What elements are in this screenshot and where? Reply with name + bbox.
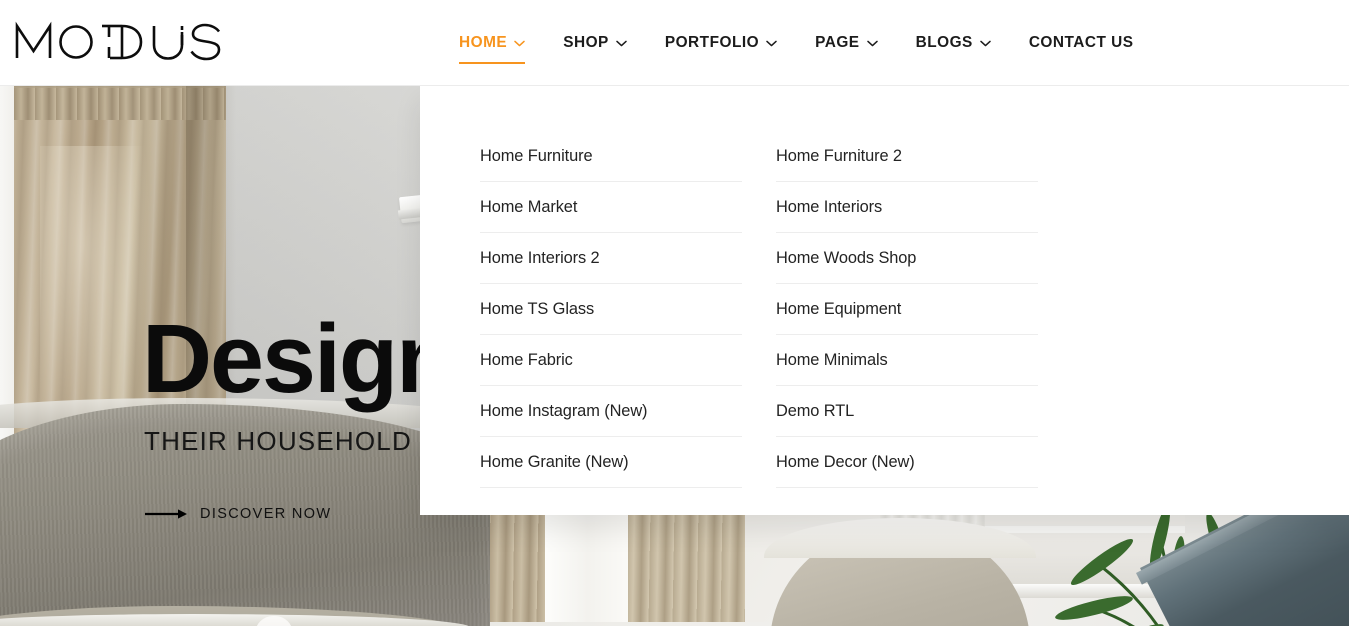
hero-title: Design [142, 304, 455, 413]
menu-item-label: Home Furniture [480, 146, 593, 165]
menu-item-home-granite[interactable]: Home Granite (New) [480, 437, 742, 488]
nav-item-home[interactable]: HOME [459, 0, 526, 86]
menu-item-label: Home TS Glass [480, 299, 595, 318]
menu-item-label: Home Fabric [480, 350, 573, 369]
menu-item-label: Demo RTL [776, 401, 855, 420]
menu-item-label: Home Granite (New) [480, 452, 629, 471]
nav-label-shop: SHOP [563, 34, 609, 51]
nav-item-page[interactable]: PAGE [815, 0, 878, 86]
nav-label-blogs: BLOGS [915, 34, 973, 51]
menu-item-label: Home Woods Shop [776, 248, 917, 267]
menu-item-label: Home Instagram (New) [480, 401, 648, 420]
arrow-right-icon [145, 509, 187, 519]
menu-item-label: Home Minimals [776, 350, 888, 369]
modus-wordmark-icon [15, 21, 221, 61]
menu-item-home-instagram[interactable]: Home Instagram (New) [480, 386, 742, 437]
menu-item-label: Home Market [480, 197, 578, 216]
nav-item-shop[interactable]: SHOP [563, 0, 627, 86]
menu-item-label: Home Furniture 2 [776, 146, 902, 165]
site-header: HOME SHOP PORTFOLIO PAGE BLOGS CONTACT U… [0, 0, 1349, 86]
nav-label-contact-us: CONTACT US [1028, 34, 1134, 51]
menu-item-demo-rtl[interactable]: Demo RTL [776, 386, 1038, 437]
chevron-down-icon [766, 40, 777, 46]
chevron-down-icon [866, 40, 878, 46]
nav-active-underline [459, 62, 526, 64]
menu-item-home-decor[interactable]: Home Decor (New) [776, 437, 1038, 488]
nav-item-blogs[interactable]: BLOGS [916, 0, 991, 86]
menu-item-label: Home Interiors 2 [480, 248, 600, 267]
menu-item-home-equipment[interactable]: Home Equipment [776, 284, 1038, 335]
chevron-down-icon [980, 40, 991, 46]
menu-item-home-woods-shop[interactable]: Home Woods Shop [776, 233, 1038, 284]
menu-item-label: Home Decor (New) [776, 452, 915, 471]
mega-menu-column-right: Home Furniture 2 Home Interiors Home Woo… [776, 131, 1038, 515]
menu-item-label: Home Interiors [776, 197, 883, 216]
page-root: Design THEIR HOUSEHOLD CHOICE DISCOVER N… [0, 0, 1349, 626]
nav-item-portfolio[interactable]: PORTFOLIO [665, 0, 777, 86]
home-mega-menu: Home Furniture Home Market Home Interior… [420, 86, 1349, 515]
logo-modus[interactable] [14, 18, 224, 64]
chevron-down-icon [514, 40, 525, 46]
menu-item-home-fabric[interactable]: Home Fabric [480, 335, 742, 386]
menu-item-home-minimals[interactable]: Home Minimals [776, 335, 1038, 386]
menu-item-home-furniture[interactable]: Home Furniture [480, 131, 742, 182]
nav-label-page: PAGE [815, 34, 860, 51]
nav-label-home: HOME [459, 34, 508, 51]
menu-item-label: Home Equipment [776, 299, 902, 318]
menu-item-home-market[interactable]: Home Market [480, 182, 742, 233]
menu-item-home-interiors[interactable]: Home Interiors [776, 182, 1038, 233]
discover-now-button[interactable]: DISCOVER NOW [145, 506, 331, 522]
nav-label-portfolio: PORTFOLIO [664, 34, 760, 51]
menu-item-home-ts-glass[interactable]: Home TS Glass [480, 284, 742, 335]
nav-item-contact-us[interactable]: CONTACT US [1029, 0, 1134, 86]
chevron-down-icon [616, 40, 627, 46]
menu-item-home-interiors-2[interactable]: Home Interiors 2 [480, 233, 742, 284]
mega-menu-column-left: Home Furniture Home Market Home Interior… [480, 131, 742, 515]
menu-item-home-furniture-2[interactable]: Home Furniture 2 [776, 131, 1038, 182]
discover-now-label: DISCOVER NOW [200, 506, 332, 522]
main-navigation: HOME SHOP PORTFOLIO PAGE BLOGS CONTACT U… [459, 0, 1134, 86]
